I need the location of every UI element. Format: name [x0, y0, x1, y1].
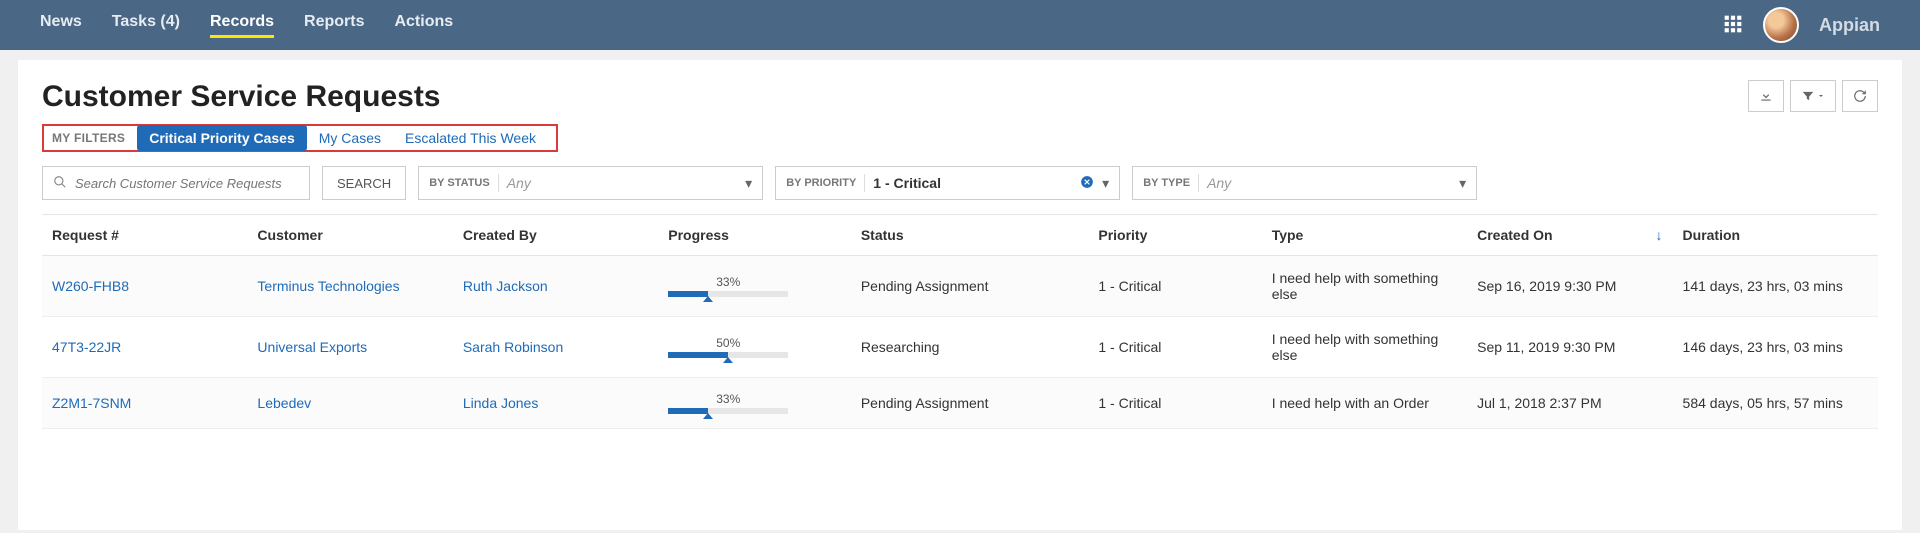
request-link[interactable]: W260-FHB8 [52, 278, 129, 294]
chevron-down-icon: ▾ [1102, 175, 1109, 192]
column-header-request-[interactable]: Request # [42, 215, 247, 256]
filter-critical-priority-cases[interactable]: Critical Priority Cases [137, 125, 307, 151]
priority-value: 1 - Critical [873, 175, 1072, 191]
column-header-progress[interactable]: Progress [658, 215, 851, 256]
search-icon [53, 175, 67, 192]
refresh-button[interactable] [1842, 80, 1878, 112]
separator [498, 174, 499, 192]
filter-my-cases[interactable]: My Cases [307, 125, 393, 151]
type-label: BY TYPE [1143, 177, 1190, 189]
column-header-duration[interactable]: Duration [1673, 215, 1878, 256]
column-header-priority[interactable]: Priority [1088, 215, 1261, 256]
separator [864, 174, 865, 192]
table-row: 47T3-22JR Universal Exports Sarah Robinson… [42, 317, 1878, 378]
request-link[interactable]: 47T3-22JR [52, 339, 121, 355]
chevron-down-icon: ▾ [1459, 175, 1466, 192]
search-button[interactable]: SEARCH [322, 166, 406, 200]
page-title: Customer Service Requests [42, 80, 441, 114]
table-row: Z2M1-7SNM Lebedev Linda Jones 33% Pending As… [42, 378, 1878, 429]
apps-grid-icon[interactable] [1723, 14, 1743, 37]
created-on-cell: Sep 16, 2019 9:30 PM [1467, 256, 1672, 317]
clear-priority-icon[interactable] [1080, 175, 1094, 192]
customer-link[interactable]: Terminus Technologies [257, 278, 399, 294]
avatar[interactable] [1763, 7, 1799, 43]
separator [1198, 174, 1199, 192]
progress-bar: 33% [668, 275, 788, 297]
my-filters-bar: MY FILTERS Critical Priority CasesMy Cas… [42, 124, 558, 152]
filter-dropdown-button[interactable] [1790, 80, 1836, 112]
created-on-cell: Jul 1, 2018 2:37 PM [1467, 378, 1672, 429]
status-label: BY STATUS [429, 177, 490, 189]
status-value: Any [507, 175, 737, 191]
nav-item-news[interactable]: News [40, 13, 82, 38]
priority-cell: 1 - Critical [1088, 317, 1261, 378]
chevron-down-icon: ▾ [745, 175, 752, 192]
customer-link[interactable]: Lebedev [257, 395, 311, 411]
type-cell: I need help with something else [1262, 317, 1467, 378]
progress-bar: 33% [668, 392, 788, 414]
requests-table: Request #CustomerCreated ByProgressStatu… [42, 214, 1878, 429]
download-button[interactable] [1748, 80, 1784, 112]
priority-cell: 1 - Critical [1088, 256, 1261, 317]
progress-bar: 50% [668, 336, 788, 358]
column-header-type[interactable]: Type [1262, 215, 1467, 256]
created-on-cell: Sep 11, 2019 9:30 PM [1467, 317, 1672, 378]
table-row: W260-FHB8 Terminus Technologies Ruth Jacks… [42, 256, 1878, 317]
nav-item-tasks-[interactable]: Tasks (4) [112, 13, 180, 38]
nav-right: Appian [1723, 7, 1880, 43]
priority-label: BY PRIORITY [786, 177, 856, 189]
filters-label: MY FILTERS [52, 131, 125, 145]
duration-cell: 584 days, 05 hrs, 57 mins [1673, 378, 1878, 429]
customer-link[interactable]: Universal Exports [257, 339, 367, 355]
status-cell: Researching [851, 317, 1089, 378]
status-cell: Pending Assignment [851, 256, 1089, 317]
created-by-link[interactable]: Ruth Jackson [463, 278, 548, 294]
filter-by-priority[interactable]: BY PRIORITY 1 - Critical ▾ [775, 166, 1120, 200]
filter-by-type[interactable]: BY TYPE Any ▾ [1132, 166, 1477, 200]
priority-cell: 1 - Critical [1088, 378, 1261, 429]
nav-item-records[interactable]: Records [210, 13, 274, 38]
top-nav: News Tasks (4) Records Reports Actions Appia… [0, 0, 1920, 50]
type-cell: I need help with something else [1262, 256, 1467, 317]
controls-row: SEARCH BY STATUS Any ▾ BY PRIORITY 1 - C… [42, 166, 1878, 200]
type-cell: I need help with an Order [1262, 378, 1467, 429]
duration-cell: 146 days, 23 hrs, 03 mins [1673, 317, 1878, 378]
column-header-customer[interactable]: Customer [247, 215, 452, 256]
created-by-link[interactable]: Sarah Robinson [463, 339, 563, 355]
column-header-created-by[interactable]: Created By [453, 215, 658, 256]
column-header-status[interactable]: Status [851, 215, 1089, 256]
page-container: Customer Service Requests MY FILTERS Cri… [18, 60, 1902, 530]
status-cell: Pending Assignment [851, 378, 1089, 429]
column-header-created-on[interactable]: Created On↓ [1467, 215, 1672, 256]
filter-by-status[interactable]: BY STATUS Any ▾ [418, 166, 763, 200]
brand-logo: Appian [1819, 15, 1880, 36]
request-link[interactable]: Z2M1-7SNM [52, 395, 131, 411]
created-by-link[interactable]: Linda Jones [463, 395, 539, 411]
search-box[interactable] [42, 166, 310, 200]
nav-item-actions[interactable]: Actions [394, 13, 453, 38]
type-value: Any [1207, 175, 1451, 191]
nav-left: News Tasks (4) Records Reports Actions [40, 13, 453, 38]
nav-item-reports[interactable]: Reports [304, 13, 364, 38]
action-buttons [1748, 80, 1878, 112]
duration-cell: 141 days, 23 hrs, 03 mins [1673, 256, 1878, 317]
filter-escalated-this-week[interactable]: Escalated This Week [393, 125, 548, 151]
sort-indicator-icon: ↓ [1656, 227, 1663, 243]
search-input[interactable] [75, 176, 299, 191]
